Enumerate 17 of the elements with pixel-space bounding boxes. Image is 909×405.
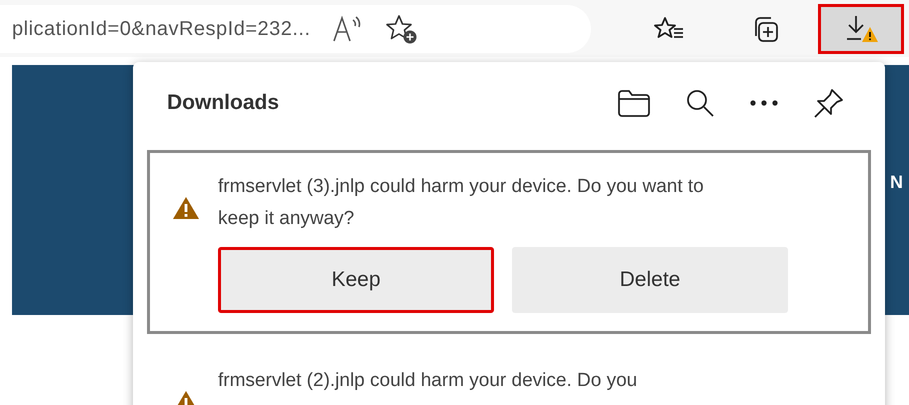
folder-icon[interactable] bbox=[617, 88, 651, 118]
search-icon[interactable] bbox=[685, 88, 715, 118]
add-favorite-icon[interactable] bbox=[384, 12, 419, 44]
address-bar[interactable]: plicationId=0&navRespId=232... bbox=[0, 4, 591, 52]
banner-text: N bbox=[890, 171, 903, 194]
pin-icon[interactable] bbox=[813, 87, 845, 119]
downloads-button[interactable] bbox=[818, 4, 904, 54]
panel-title: Downloads bbox=[167, 90, 280, 116]
address-url: plicationId=0&navRespId=232... bbox=[12, 16, 311, 42]
download-item[interactable]: frmservlet (3).jnlp could harm your device. Do you want to keep it anyway? Keep Delete bbox=[147, 150, 871, 334]
download-item[interactable]: frmservlet (2).jnlp could harm your device. Do you bbox=[147, 344, 871, 405]
warning-icon bbox=[172, 195, 200, 221]
action-button[interactable]: Keep bbox=[218, 247, 494, 313]
download-warning-text: frmservlet (2).jnlp could harm your device. Do you bbox=[218, 369, 638, 393]
download-warning-text: frmservlet (3).jnlp could harm your device. Do you want to keep it anyway? bbox=[218, 175, 705, 231]
action-button[interactable]: Delete bbox=[512, 247, 788, 313]
more-icon[interactable] bbox=[749, 99, 779, 107]
